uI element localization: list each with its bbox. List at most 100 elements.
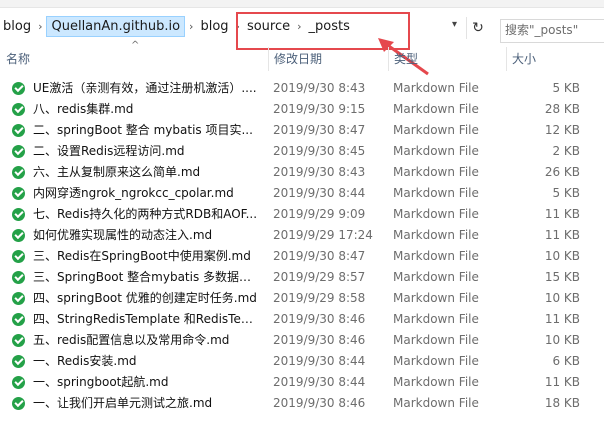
file-name[interactable]: 一、springboot起航.md — [33, 372, 261, 393]
file-name[interactable]: UE激活（亲测有效，通过注册机激活）.... — [33, 78, 261, 99]
green-check-icon — [12, 145, 25, 158]
table-row[interactable]: 二、设置Redis远程访问.md 2019/9/30 8:45 Markdown F… — [0, 141, 604, 162]
file-size: 10 KB — [544, 291, 580, 305]
file-type: Markdown File — [393, 81, 479, 95]
file-type: Markdown File — [393, 270, 479, 284]
table-row[interactable]: UE激活（亲测有效，通过注册机激活）.... 2019/9/30 8:43 Mark… — [0, 78, 604, 99]
file-size: 18 KB — [544, 396, 580, 410]
file-date: 2019/9/30 8:45 — [273, 144, 366, 158]
table-row[interactable]: 七、Redis持久化的两种方式RDB和AOF... 2019/9/29 9:09 M… — [0, 204, 604, 225]
file-date: 2019/9/30 8:44 — [273, 186, 366, 200]
green-check-icon — [12, 334, 25, 347]
file-size: 5 KB — [552, 186, 580, 200]
file-name[interactable]: 五、redis配置信息以及常用命令.md — [33, 330, 261, 351]
table-row[interactable]: 四、StringRedisTemplate 和RedisTem... 2019/9… — [0, 309, 604, 330]
file-name[interactable]: 四、springBoot 优雅的创建定时任务.md — [33, 288, 261, 309]
file-size: 11 KB — [544, 228, 580, 242]
file-name[interactable]: 七、Redis持久化的两种方式RDB和AOF... — [33, 204, 261, 225]
table-row[interactable]: 内网穿透ngrok_ngrokcc_cpolar.md 2019/9/30 8:4… — [0, 183, 604, 204]
file-date: 2019/9/30 8:43 — [273, 81, 366, 95]
green-check-icon — [12, 271, 25, 284]
file-name[interactable]: 八、redis集群.md — [33, 99, 261, 120]
file-size: 11 KB — [544, 207, 580, 221]
table-row[interactable]: 五、redis配置信息以及常用命令.md 2019/9/30 8:46 Markdo… — [0, 330, 604, 351]
file-type: Markdown File — [393, 333, 479, 347]
column-header: 名称 修改日期 类型 大小 — [0, 47, 604, 71]
green-check-icon — [12, 313, 25, 326]
table-row[interactable]: 三、Redis在SpringBoot中使用案例.md 2019/9/30 8:47… — [0, 246, 604, 267]
column-type[interactable]: 类型 — [388, 47, 506, 71]
file-date: 2019/9/30 8:46 — [273, 312, 366, 326]
file-type: Markdown File — [393, 354, 479, 368]
file-name[interactable]: 四、StringRedisTemplate 和RedisTem... — [33, 309, 261, 330]
file-date: 2019/9/30 8:44 — [273, 354, 366, 368]
file-size: 5 KB — [552, 81, 580, 95]
file-type: Markdown File — [393, 207, 479, 221]
file-date: 2019/9/29 17:24 — [273, 228, 373, 242]
file-date: 2019/9/30 9:15 — [273, 102, 366, 116]
file-name[interactable]: 六、主从复制原来这么简单.md — [33, 162, 261, 183]
green-check-icon — [12, 208, 25, 221]
file-type: Markdown File — [393, 396, 479, 410]
file-date: 2019/9/30 8:47 — [273, 249, 366, 263]
file-name[interactable]: 内网穿透ngrok_ngrokcc_cpolar.md — [33, 183, 261, 204]
file-name[interactable]: 一、让我们开启单元测试之旅.md — [33, 393, 261, 414]
table-row[interactable]: 一、Redis安装.md 2019/9/30 8:44 Markdown File 6… — [0, 351, 604, 372]
green-check-icon — [12, 187, 25, 200]
chevron-down-icon[interactable]: ▾ — [452, 19, 457, 30]
table-row[interactable]: 一、让我们开启单元测试之旅.md 2019/9/30 8:46 Markdown F… — [0, 393, 604, 414]
breadcrumb-blog-2[interactable]: blog — [197, 19, 231, 34]
breadcrumb-quellanan-github-io[interactable]: QuellanAn.github.io — [46, 15, 186, 37]
file-size: 10 KB — [544, 249, 580, 263]
file-date: 2019/9/30 8:46 — [273, 333, 366, 347]
file-name[interactable]: 如何优雅实现属性的动态注入.md — [33, 225, 261, 246]
file-size: 26 KB — [544, 165, 580, 179]
table-row[interactable]: 八、redis集群.md 2019/9/30 9:15 Markdown File 2… — [0, 99, 604, 120]
file-date: 2019/9/30 8:44 — [273, 375, 366, 389]
breadcrumb-blog[interactable]: blog — [0, 19, 34, 34]
chevron-right-icon[interactable]: › — [34, 20, 46, 33]
file-type: Markdown File — [393, 312, 479, 326]
column-size[interactable]: 大小 — [506, 47, 586, 71]
column-date[interactable]: 修改日期 — [268, 47, 388, 71]
file-size: 10 KB — [544, 333, 580, 347]
file-date: 2019/9/30 8:43 — [273, 165, 366, 179]
search-input[interactable] — [501, 20, 604, 40]
file-size: 12 KB — [544, 123, 580, 137]
file-name[interactable]: 一、Redis安装.md — [33, 351, 261, 372]
file-date: 2019/9/30 8:47 — [273, 123, 366, 137]
refresh-icon[interactable]: ↻ — [466, 17, 489, 39]
table-row[interactable]: 一、springboot起航.md 2019/9/30 8:44 Markdown … — [0, 372, 604, 393]
file-type: Markdown File — [393, 165, 479, 179]
file-size: 28 KB — [544, 102, 580, 116]
file-size: 15 KB — [544, 270, 580, 284]
green-check-icon — [12, 355, 25, 368]
file-type: Markdown File — [393, 144, 479, 158]
file-type: Markdown File — [393, 228, 479, 242]
table-row[interactable]: 六、主从复制原来这么简单.md 2019/9/30 8:43 Markdown Fi… — [0, 162, 604, 183]
file-type: Markdown File — [393, 249, 479, 263]
file-size: 2 KB — [552, 144, 580, 158]
green-check-icon — [12, 124, 25, 137]
file-name[interactable]: 三、SpringBoot 整合mybatis 多数据源... — [33, 267, 261, 288]
file-name[interactable]: 二、设置Redis远程访问.md — [33, 141, 261, 162]
green-check-icon — [12, 82, 25, 95]
file-list: UE激活（亲测有效，通过注册机激活）.... 2019/9/30 8:43 Mark… — [0, 78, 604, 414]
sort-ascending-icon: ^ — [131, 40, 140, 51]
file-date: 2019/9/29 8:57 — [273, 270, 366, 284]
ribbon-strip — [0, 0, 604, 8]
file-name[interactable]: 三、Redis在SpringBoot中使用案例.md — [33, 246, 261, 267]
file-type: Markdown File — [393, 123, 479, 137]
green-check-icon — [12, 397, 25, 410]
search-box[interactable] — [500, 19, 604, 43]
table-row[interactable]: 三、SpringBoot 整合mybatis 多数据源... 2019/9/29 … — [0, 267, 604, 288]
file-date: 2019/9/29 9:09 — [273, 207, 366, 221]
table-row[interactable]: 如何优雅实现属性的动态注入.md 2019/9/29 17:24 Markdown … — [0, 225, 604, 246]
file-size: 6 KB — [552, 354, 580, 368]
table-row[interactable]: 二、springBoot 整合 mybatis 项目实... 2019/9/30 … — [0, 120, 604, 141]
file-size: 11 KB — [544, 312, 580, 326]
file-name[interactable]: 二、springBoot 整合 mybatis 项目实... — [33, 120, 261, 141]
green-check-icon — [12, 229, 25, 242]
table-row[interactable]: 四、springBoot 优雅的创建定时任务.md 2019/9/29 8:58 M… — [0, 288, 604, 309]
chevron-right-icon[interactable]: › — [185, 20, 197, 33]
